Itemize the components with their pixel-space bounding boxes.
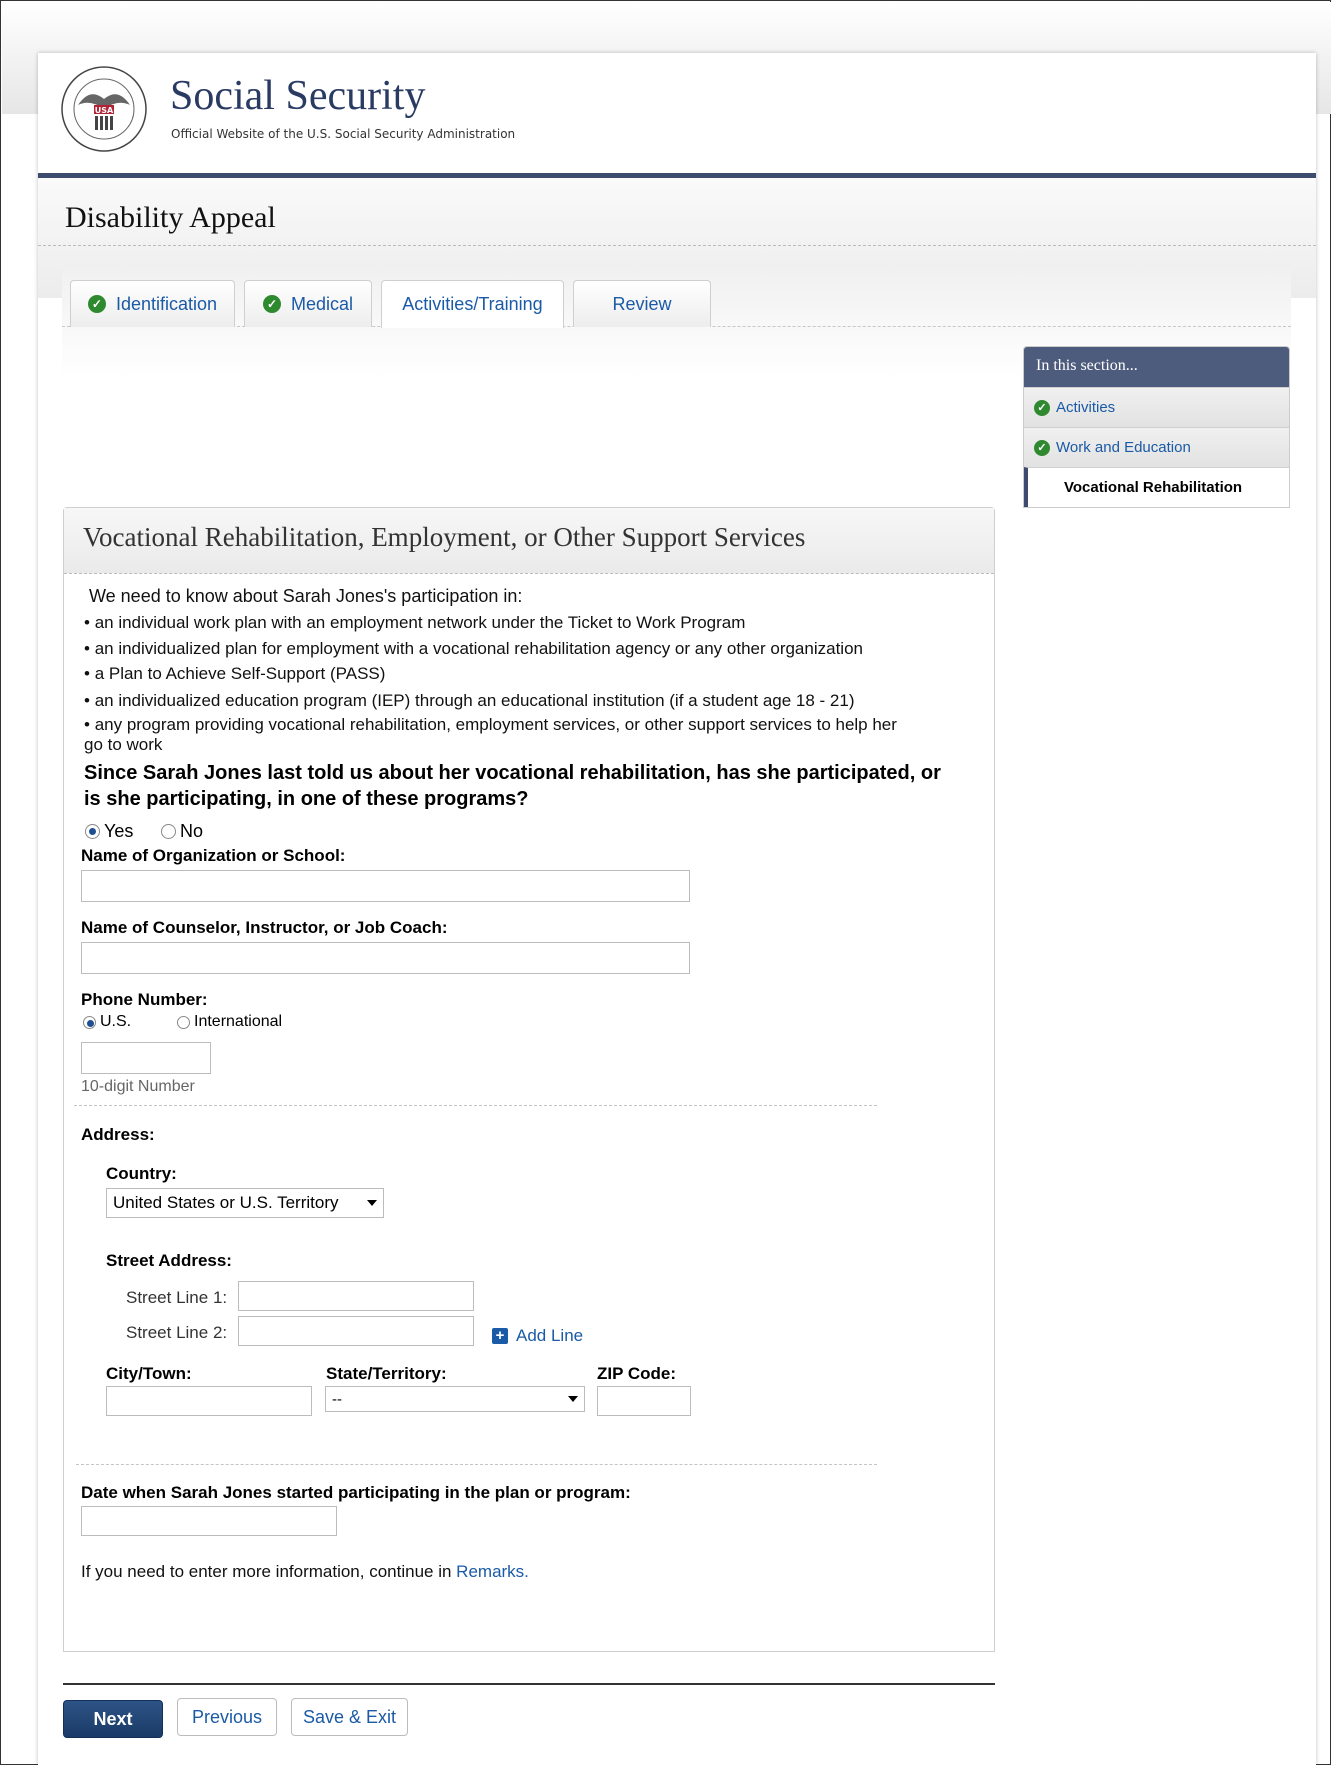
chevron-down-icon xyxy=(367,1200,377,1206)
chevron-down-icon xyxy=(568,1396,578,1402)
street-line-1-input[interactable] xyxy=(238,1281,474,1311)
start-date-input[interactable] xyxy=(81,1506,337,1536)
remarks-prefix: If you need to enter more information, c… xyxy=(81,1562,457,1581)
screenshot-frame: USA Social Security Official Website of … xyxy=(0,0,1331,1765)
country-label: Country: xyxy=(106,1164,177,1183)
counselor-label: Name of Counselor, Instructor, or Job Co… xyxy=(81,918,448,937)
state-select[interactable]: -- xyxy=(325,1386,585,1412)
section-title: Vocational Rehabilitation, Employment, o… xyxy=(83,522,806,552)
tab-label: Medical xyxy=(290,293,354,314)
add-line-label[interactable]: Add Line xyxy=(516,1326,583,1346)
check-icon: ✓ xyxy=(1034,399,1050,416)
sidebar-item-label: Work and Education xyxy=(1056,439,1191,456)
date-label: Date when Sarah Jones started participat… xyxy=(81,1483,631,1502)
address-label: Address: xyxy=(81,1125,155,1144)
tab-activities-training[interactable]: Activities/Training xyxy=(381,280,564,328)
add-line-button[interactable]: + Add Line xyxy=(492,1326,583,1346)
street-address-label: Street Address: xyxy=(106,1251,232,1270)
yes-radio[interactable] xyxy=(85,824,100,839)
section-sidebar: In this section... ✓ Activities ✓ Work a… xyxy=(1023,346,1290,508)
no-radio[interactable] xyxy=(161,824,176,839)
tab-review[interactable]: Review xyxy=(573,280,711,327)
tab-identification[interactable]: ✓ Identification xyxy=(70,280,235,327)
phone-intl-radio[interactable] xyxy=(177,1015,190,1029)
list-item: a Plan to Achieve Self-Support (PASS) xyxy=(84,664,964,684)
organization-input[interactable] xyxy=(81,870,690,902)
tab-label: Identification xyxy=(115,293,218,314)
state-label: State/Territory: xyxy=(326,1364,447,1383)
main-panel: Vocational Rehabilitation, Employment, o… xyxy=(63,507,995,1652)
phone-us-label[interactable]: U.S. xyxy=(100,1013,131,1031)
intro-text: We need to know about Sarah Jones's part… xyxy=(89,586,523,606)
phone-intl-label[interactable]: International xyxy=(194,1013,282,1031)
save-exit-button[interactable]: Save & Exit xyxy=(291,1698,408,1736)
no-label[interactable]: No xyxy=(180,821,203,842)
zip-input[interactable] xyxy=(597,1386,691,1416)
divider xyxy=(74,1105,877,1106)
brand-subtitle: Official Website of the U.S. Social Secu… xyxy=(171,127,516,141)
footer-rule xyxy=(63,1683,995,1685)
no-option[interactable]: No xyxy=(161,821,203,842)
ssa-seal-logo: USA xyxy=(61,66,147,152)
phone-intl-option[interactable]: International xyxy=(177,1013,282,1031)
check-icon: ✓ xyxy=(1034,439,1050,456)
list-item: any program providing vocational rehabil… xyxy=(84,715,904,755)
country-value: United States or U.S. Territory xyxy=(113,1193,339,1212)
page-container: USA Social Security Official Website of … xyxy=(38,53,1316,1765)
yes-option[interactable]: Yes xyxy=(85,821,133,842)
svg-text:USA: USA xyxy=(95,106,114,115)
country-select[interactable]: United States or U.S. Territory xyxy=(106,1188,384,1218)
phone-hint: 10-digit Number xyxy=(81,1078,195,1095)
state-value: -- xyxy=(332,1390,342,1408)
phone-us-radio[interactable] xyxy=(83,1015,96,1029)
sidebar-item-label: Vocational Rehabilitation xyxy=(1064,479,1243,496)
phone-us-option[interactable]: U.S. xyxy=(83,1013,131,1031)
plus-icon: + xyxy=(492,1328,508,1344)
participation-question: Since Sarah Jones last told us about her… xyxy=(84,762,941,810)
counselor-input[interactable] xyxy=(81,942,690,974)
title-divider xyxy=(38,245,1316,246)
phone-label: Phone Number: xyxy=(81,990,208,1009)
street-line-2-label: Street Line 2: xyxy=(126,1323,228,1342)
sidebar-item-work-education[interactable]: ✓ Work and Education xyxy=(1024,427,1289,467)
check-icon: ✓ xyxy=(87,295,106,313)
zip-label: ZIP Code: xyxy=(597,1364,677,1383)
site-header: USA Social Security Official Website of … xyxy=(38,53,1316,173)
remarks-note: If you need to enter more information, c… xyxy=(81,1562,529,1582)
sidebar-item-activities[interactable]: ✓ Activities xyxy=(1024,387,1289,427)
sidebar-item-vocational-rehabilitation[interactable]: Vocational Rehabilitation xyxy=(1024,467,1289,507)
phone-input[interactable] xyxy=(81,1042,211,1074)
city-input[interactable] xyxy=(106,1386,312,1416)
remarks-link[interactable]: Remarks. xyxy=(456,1562,529,1581)
tab-label: Review xyxy=(612,293,672,314)
list-item: an individual work plan with an employme… xyxy=(84,613,964,633)
sidebar-item-label: Activities xyxy=(1056,399,1116,416)
previous-button[interactable]: Previous xyxy=(177,1698,277,1736)
list-item: an individualized plan for employment wi… xyxy=(84,639,964,659)
yes-label[interactable]: Yes xyxy=(104,821,133,842)
tab-medical[interactable]: ✓ Medical xyxy=(244,280,372,327)
page-title: Disability Appeal xyxy=(65,201,276,234)
sidebar-heading: In this section... xyxy=(1024,347,1289,387)
tab-label: Activities/Training xyxy=(402,294,543,314)
organization-label: Name of Organization or School: xyxy=(81,846,346,865)
list-item: an individualized education program (IEP… xyxy=(84,691,964,711)
panel-header: Vocational Rehabilitation, Employment, o… xyxy=(64,508,994,574)
brand-title[interactable]: Social Security xyxy=(170,75,425,117)
next-button[interactable]: Next xyxy=(63,1700,163,1738)
street-line-1-label: Street Line 1: xyxy=(126,1288,228,1307)
divider xyxy=(76,1464,877,1465)
check-icon: ✓ xyxy=(262,295,281,313)
city-label: City/Town: xyxy=(106,1364,192,1383)
street-line-2-input[interactable] xyxy=(238,1316,474,1346)
